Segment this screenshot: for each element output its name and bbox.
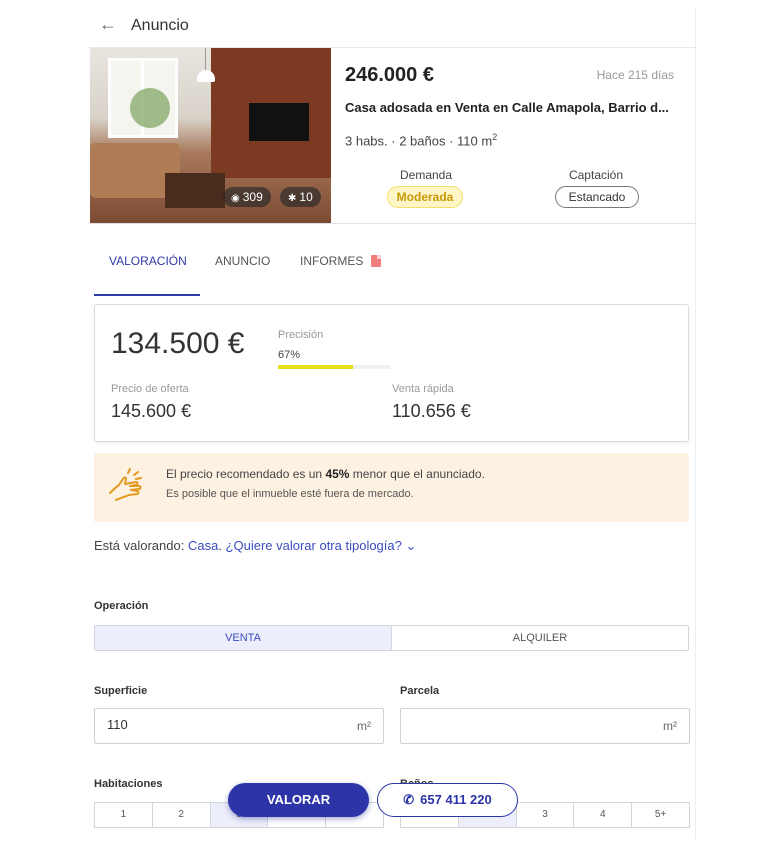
precision-bar-fill [278,365,354,369]
fast-sale-value: 110.656 € [392,401,471,421]
tab-informes[interactable]: INFORMES [300,254,382,268]
favorites-counter: ✱ 10 [280,187,321,207]
listing-age: Hace 215 días [596,68,674,82]
listing-card[interactable]: ◉ 309 ✱ 10 246.000 € Hace 215 días Casa ad… [89,48,695,224]
chevron-down-icon[interactable]: ⌄ [405,538,416,553]
offer-price-label: Precio de oferta [111,383,189,395]
page-title: Anuncio [131,17,189,34]
captacion-badge: Estancado [555,186,639,208]
top-bar: ← Anuncio [89,8,695,48]
demand-badge: Moderada [387,186,463,208]
tab-bar: VALORACIÓN ANUNCIO INFORMES [94,244,694,296]
demand-label: Demanda [399,168,453,182]
phone-number: 657 411 220 [420,792,492,807]
rooms-option-2[interactable]: 2 [153,803,211,827]
precision-label: Precisión [278,329,324,341]
alert-detail: Es posible que el inmueble esté fuera de… [166,488,414,500]
operation-venta[interactable]: VENTA [95,626,392,650]
hand-icon [109,468,142,501]
listing-price: 246.000 € [345,64,434,86]
eye-icon: ◉ [231,193,240,204]
favorites-count: 10 [299,190,313,204]
views-counter: ◉ 309 [223,187,271,207]
call-button[interactable]: ✆ 657 411 220 [377,783,518,817]
change-typology-link[interactable]: ¿Quiere valorar otra tipología? [226,538,402,553]
operation-selector: VENTA ALQUILER [94,625,689,651]
tab-valoracion[interactable]: VALORACIÓN [109,254,187,268]
current-typology[interactable]: Casa [188,538,218,553]
back-arrow-icon[interactable]: ← [99,14,117,35]
precision-value: 67% [278,349,301,361]
listing-title[interactable]: Casa adosada en Venta en Calle Amapola, … [345,100,685,115]
valuation-summary: 134.500 € Precisión 67% Precio de oferta… [94,304,689,442]
views-count: 309 [242,190,263,204]
surface-input[interactable] [107,717,327,732]
captacion-label: Captación [568,168,624,182]
valuation-panel: ← Anuncio ◉ 309 ✱ 10 246.000 € Hace 215 dí… [89,8,696,840]
precision-bar [278,365,390,369]
phone-icon: ✆ [403,792,415,807]
baths-option-4[interactable]: 4 [574,803,633,827]
plot-label: Parcela [400,685,440,697]
rooms-option-1[interactable]: 1 [95,803,153,827]
surface-field[interactable]: m² [94,708,384,744]
tab-anuncio[interactable]: ANUNCIO [215,254,270,268]
pdf-icon [371,255,382,267]
baths-option-3[interactable]: 3 [517,803,575,827]
plot-field[interactable]: m² [400,708,690,744]
surface-label: Superficie [94,685,148,697]
baths-option-5plus[interactable]: 5+ [632,803,689,827]
operation-alquiler[interactable]: ALQUILER [392,626,688,650]
favorite-icon: ✱ [288,193,297,204]
valorar-button[interactable]: VALORAR [228,783,369,817]
fast-sale-label: Venta rápida [392,383,454,395]
estimated-price: 134.500 € [111,327,245,360]
operation-label: Operación [94,600,149,612]
rooms-label: Habitaciones [94,778,163,790]
offer-price-value: 145.600 € [111,401,192,421]
typology-line: Está valorando: Casa. ¿Quiere valorar ot… [94,538,417,553]
plot-input[interactable] [413,717,633,732]
active-tab-indicator [94,294,200,296]
surface-unit: m² [357,719,371,733]
listing-photo[interactable]: ◉ 309 ✱ 10 [90,48,331,223]
plot-unit: m² [663,719,677,733]
alert-message: El precio recomendado es un 45% menor qu… [166,467,485,481]
listing-features: 3 habs. · 2 baños · 110 m2 [345,132,498,149]
price-alert: El precio recomendado es un 45% menor qu… [94,453,689,522]
